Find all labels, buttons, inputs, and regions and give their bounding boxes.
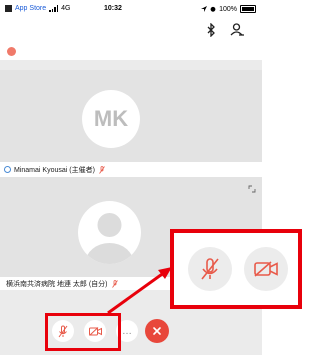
- network-label: 4G: [61, 5, 71, 12]
- avatar: MK: [82, 90, 140, 148]
- mic-muted-icon: [99, 165, 105, 174]
- participant-name: Minamai Kyousai (主催者): [14, 166, 95, 174]
- participant-tile-host[interactable]: MK: [0, 70, 262, 162]
- close-icon: [153, 327, 161, 335]
- expand-icon[interactable]: [248, 185, 256, 193]
- clock: 10:32: [104, 5, 122, 12]
- back-app-link[interactable]: App Store: [15, 5, 46, 12]
- recording-row: [0, 43, 262, 60]
- video-off-icon: [254, 261, 278, 277]
- signal-icon: [49, 5, 59, 12]
- battery-icon: [240, 5, 256, 13]
- highlight-box-zoom: [170, 229, 302, 309]
- mute-button-zoomed[interactable]: [188, 247, 232, 291]
- participant-name-bar: Minamai Kyousai (主催者): [0, 162, 262, 177]
- host-indicator-icon: [4, 166, 11, 173]
- location-icon: [201, 6, 208, 12]
- back-to-app-icon[interactable]: [5, 5, 12, 12]
- alarm-icon: [210, 6, 216, 12]
- video-toggle-button-zoomed[interactable]: [244, 247, 288, 291]
- end-call-button[interactable]: [145, 319, 169, 343]
- recording-indicator-icon: [7, 47, 16, 56]
- participant-name: 横浜南共済病院 地連 太郎 (自分): [6, 280, 108, 288]
- person-placeholder-icon: [78, 201, 141, 264]
- highlight-box-small: [45, 313, 121, 351]
- battery-percent: 100%: [219, 5, 237, 13]
- mic-muted-icon: [201, 258, 219, 280]
- participants-icon[interactable]: [230, 23, 245, 36]
- bluetooth-icon[interactable]: [207, 23, 216, 37]
- status-bar: App Store 4G 10:32 100%: [0, 0, 262, 18]
- meeting-toolbar: [0, 18, 262, 43]
- mic-muted-icon: [111, 279, 118, 288]
